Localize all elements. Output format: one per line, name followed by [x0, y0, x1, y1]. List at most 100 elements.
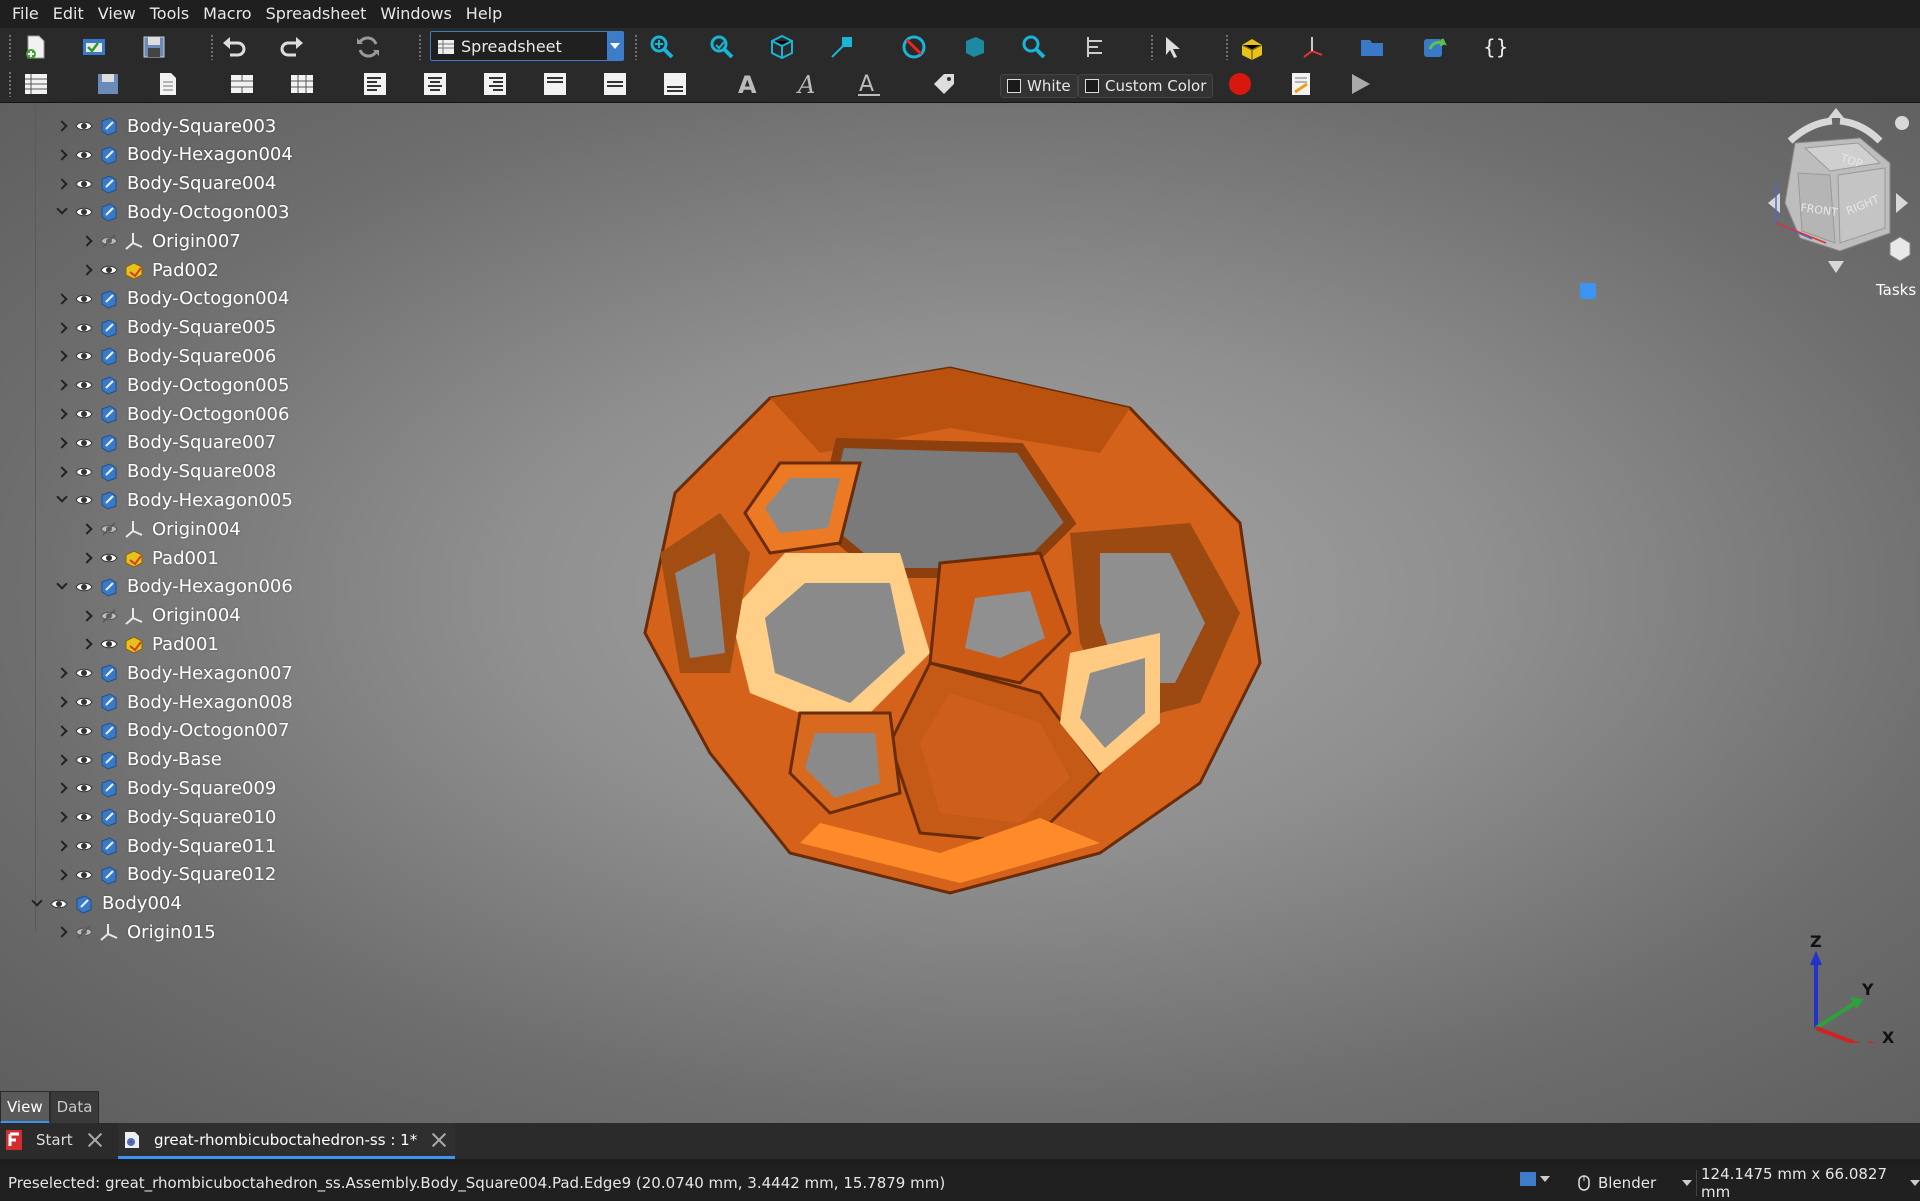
- chevron-right-icon[interactable]: [55, 803, 69, 831]
- eye-icon[interactable]: [75, 578, 93, 596]
- fit-selection-icon[interactable]: [708, 33, 736, 61]
- menu-spreadsheet[interactable]: Spreadsheet: [259, 0, 374, 28]
- tab-view[interactable]: View: [0, 1091, 50, 1124]
- part-icon[interactable]: [1238, 33, 1266, 61]
- eye-icon[interactable]: [75, 146, 93, 164]
- menu-windows[interactable]: Windows: [373, 0, 458, 28]
- eye-icon[interactable]: [75, 203, 93, 221]
- tree-item[interactable]: Body-Square004: [55, 170, 276, 198]
- eye-icon[interactable]: [75, 376, 93, 394]
- align-left-icon[interactable]: [361, 70, 389, 98]
- merge-cells-icon[interactable]: [228, 70, 256, 98]
- eye-icon[interactable]: [75, 434, 93, 452]
- menu-view[interactable]: View: [91, 0, 143, 28]
- tree-item[interactable]: Body-Square008: [55, 458, 276, 486]
- fit-all-icon[interactable]: [648, 33, 676, 61]
- tree-item[interactable]: Body-Square012: [55, 861, 276, 889]
- braces-icon[interactable]: {}: [1480, 33, 1508, 61]
- execute-macro-icon[interactable]: [1346, 70, 1374, 98]
- close-icon[interactable]: [87, 1132, 103, 1148]
- tree-item[interactable]: Body004: [30, 890, 182, 918]
- eye-icon[interactable]: [75, 405, 93, 423]
- chevron-right-icon[interactable]: [80, 602, 94, 630]
- toolbar-grip[interactable]: [210, 34, 214, 60]
- tab-data[interactable]: Data: [49, 1091, 100, 1125]
- alias-tag-icon[interactable]: [930, 70, 958, 98]
- box-view-icon[interactable]: [960, 33, 988, 61]
- tree-item[interactable]: Origin004: [80, 515, 241, 543]
- clipping-icon[interactable]: [900, 33, 928, 61]
- redo-icon[interactable]: [278, 33, 306, 61]
- menu-help[interactable]: Help: [459, 0, 509, 28]
- datum-cs-icon[interactable]: [1298, 33, 1326, 61]
- menu-macro[interactable]: Macro: [196, 0, 258, 28]
- eye-icon[interactable]: [100, 635, 118, 653]
- chevron-right-icon[interactable]: [80, 256, 94, 284]
- eye-icon[interactable]: [100, 549, 118, 567]
- create-spreadsheet-icon[interactable]: [22, 70, 50, 98]
- navigation-style-selector[interactable]: Blender: [1578, 1170, 1693, 1196]
- eye-icon[interactable]: [75, 664, 93, 682]
- chevron-right-icon[interactable]: [55, 659, 69, 687]
- chevron-right-icon[interactable]: [55, 774, 69, 802]
- group-folder-icon[interactable]: [1358, 33, 1386, 61]
- chevron-right-icon[interactable]: [55, 458, 69, 486]
- tree-item[interactable]: Body-Square003: [55, 112, 276, 140]
- eye-hidden-icon[interactable]: [100, 520, 118, 538]
- refresh-icon[interactable]: [354, 33, 382, 61]
- view-menu-cube-icon[interactable]: [1889, 236, 1911, 262]
- chevron-right-icon[interactable]: [80, 544, 94, 572]
- rotate-left-arrow-icon[interactable]: [1787, 117, 1833, 144]
- chevron-right-icon[interactable]: [55, 285, 69, 313]
- menu-tools[interactable]: Tools: [143, 0, 196, 28]
- eye-icon[interactable]: [100, 261, 118, 279]
- arrow-up-icon[interactable]: [1828, 108, 1844, 118]
- arrow-right-icon[interactable]: [1896, 193, 1908, 213]
- tree-item[interactable]: Body-Octogon005: [55, 371, 289, 399]
- eye-icon[interactable]: [75, 722, 93, 740]
- dimension-selector[interactable]: 124.1475 mm x 66.0827 mm: [1696, 1165, 1920, 1201]
- draw-style-selector[interactable]: [1520, 1172, 1550, 1186]
- tree-item[interactable]: Body-Square010: [55, 803, 276, 831]
- 3d-viewport[interactable]: Body-Square003 Body-Hexagon004 Body-Square…: [0, 103, 1920, 1123]
- chevron-down-icon[interactable]: [55, 486, 69, 514]
- white-checkbox[interactable]: White: [1000, 74, 1078, 98]
- tree-item[interactable]: Body-Square005: [55, 314, 276, 342]
- tab-document[interactable]: great-rhombicuboctahedron-ss : 1*: [118, 1123, 456, 1159]
- tree-item[interactable]: Origin007: [80, 227, 241, 255]
- tree-item[interactable]: Body-Square006: [55, 342, 276, 370]
- chevron-right-icon[interactable]: [55, 861, 69, 889]
- toolbar-grip[interactable]: [8, 34, 12, 60]
- chevron-right-icon[interactable]: [55, 170, 69, 198]
- eye-icon[interactable]: [75, 347, 93, 365]
- eye-icon[interactable]: [75, 866, 93, 884]
- tree-item[interactable]: Body-Hexagon005: [55, 486, 293, 514]
- tree-item[interactable]: Pad001: [80, 544, 219, 572]
- split-cells-icon[interactable]: [288, 70, 316, 98]
- eye-icon[interactable]: [75, 693, 93, 711]
- new-document-icon[interactable]: [22, 33, 50, 61]
- macros-icon[interactable]: [1287, 70, 1315, 98]
- eye-hidden-icon[interactable]: [100, 607, 118, 625]
- select-pointer-icon[interactable]: [1160, 33, 1188, 61]
- chevron-down-icon[interactable]: [30, 890, 44, 918]
- tree-item[interactable]: Pad001: [80, 630, 219, 658]
- import-spreadsheet-icon[interactable]: [94, 70, 122, 98]
- toolbar-grip[interactable]: [1150, 34, 1154, 60]
- tree-item[interactable]: Body-Octogon003: [55, 198, 289, 226]
- measure-icon[interactable]: [1082, 33, 1110, 61]
- chevron-right-icon[interactable]: [55, 400, 69, 428]
- view-menu-icon[interactable]: [1895, 116, 1909, 130]
- chevron-right-icon[interactable]: [55, 371, 69, 399]
- toolbar-grip[interactable]: [1225, 34, 1229, 60]
- chevron-right-icon[interactable]: [55, 342, 69, 370]
- rhombicuboctahedron-model[interactable]: [600, 253, 1300, 913]
- align-vcenter-icon[interactable]: [601, 70, 629, 98]
- arrow-left-icon[interactable]: [1768, 193, 1780, 213]
- tree-item[interactable]: Body-Square011: [55, 832, 276, 860]
- eye-icon[interactable]: [75, 808, 93, 826]
- tree-item[interactable]: Origin004: [80, 602, 241, 630]
- underline-text-icon[interactable]: A: [855, 70, 883, 98]
- tab-start[interactable]: Start: [6, 1123, 103, 1157]
- chevron-right-icon[interactable]: [80, 515, 94, 543]
